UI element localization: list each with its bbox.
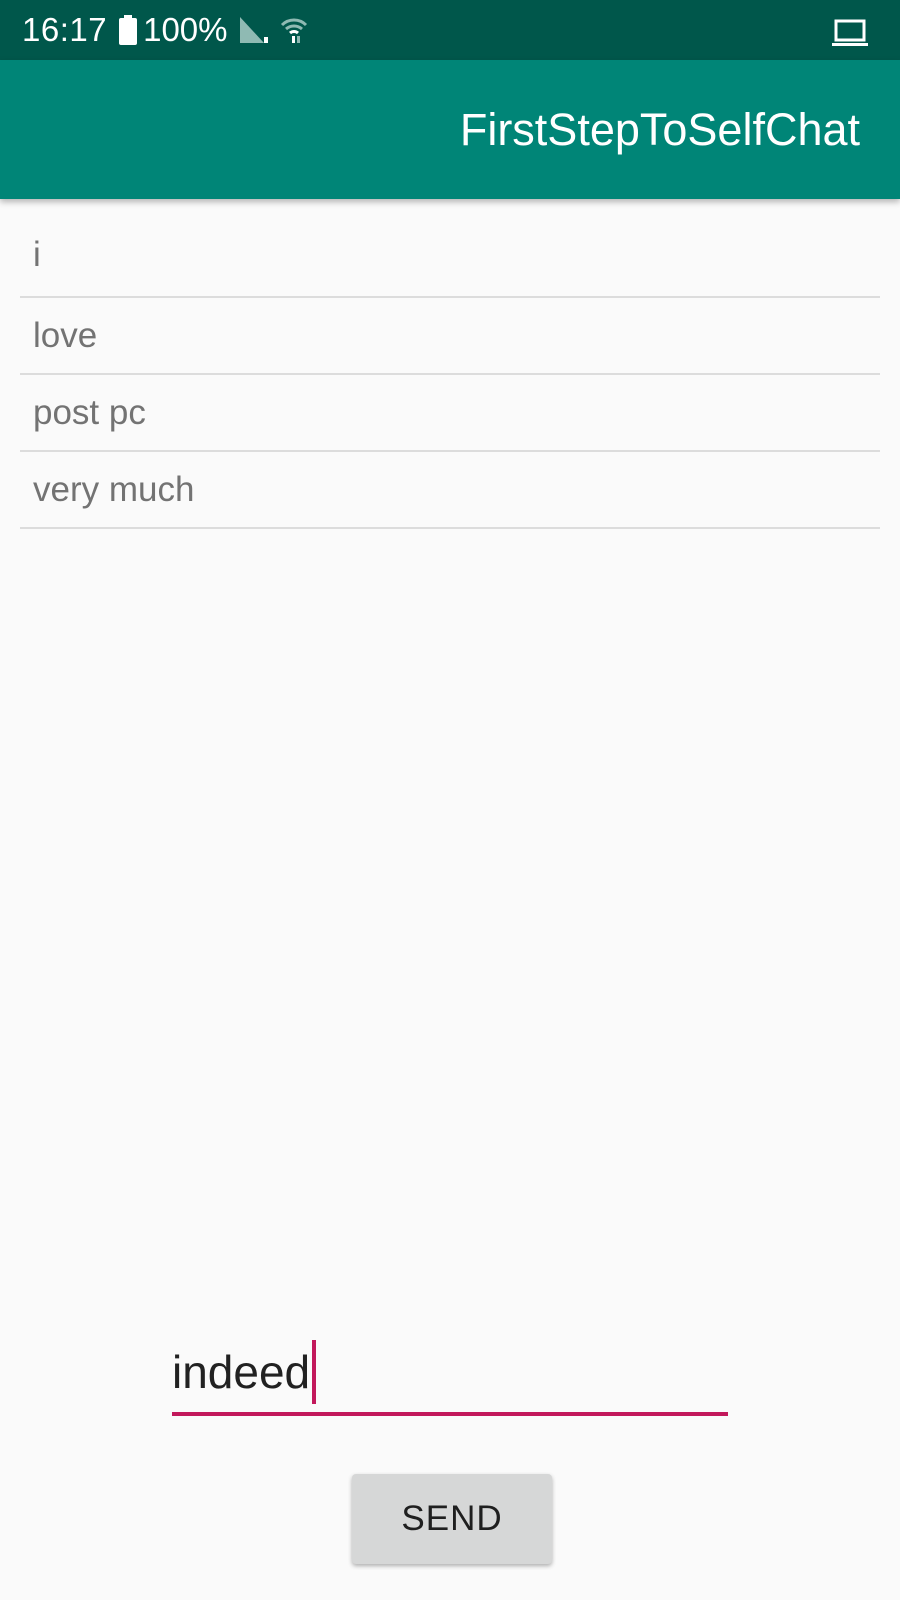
status-time: 16:17 xyxy=(22,11,108,48)
message-item[interactable]: i xyxy=(20,199,880,298)
battery-icon xyxy=(119,15,138,45)
app-bar: FirstStepToSelfChat xyxy=(0,60,900,199)
input-underline xyxy=(172,1412,728,1416)
status-bar: 16:17 100% xyxy=(0,0,900,60)
laptop-icon xyxy=(832,17,868,46)
app-title: FirstStepToSelfChat xyxy=(459,104,860,155)
message-item[interactable]: post pc xyxy=(20,375,880,452)
wifi-icon xyxy=(280,16,308,44)
message-item[interactable]: love xyxy=(20,298,880,375)
signal-icon xyxy=(239,17,270,43)
battery-percent: 100% xyxy=(143,11,228,48)
message-input-text[interactable]: indeed xyxy=(172,1340,317,1404)
message-item[interactable]: very much xyxy=(20,452,880,529)
message-list[interactable]: i love post pc very much xyxy=(20,199,880,529)
message-input-value: indeed xyxy=(172,1346,311,1398)
send-button[interactable]: SEND xyxy=(352,1474,552,1564)
message-input[interactable]: indeed xyxy=(172,1340,728,1416)
app-screen: 16:17 100% FirstStepToSelfChat i love po… xyxy=(0,0,900,1600)
text-cursor xyxy=(312,1340,317,1404)
